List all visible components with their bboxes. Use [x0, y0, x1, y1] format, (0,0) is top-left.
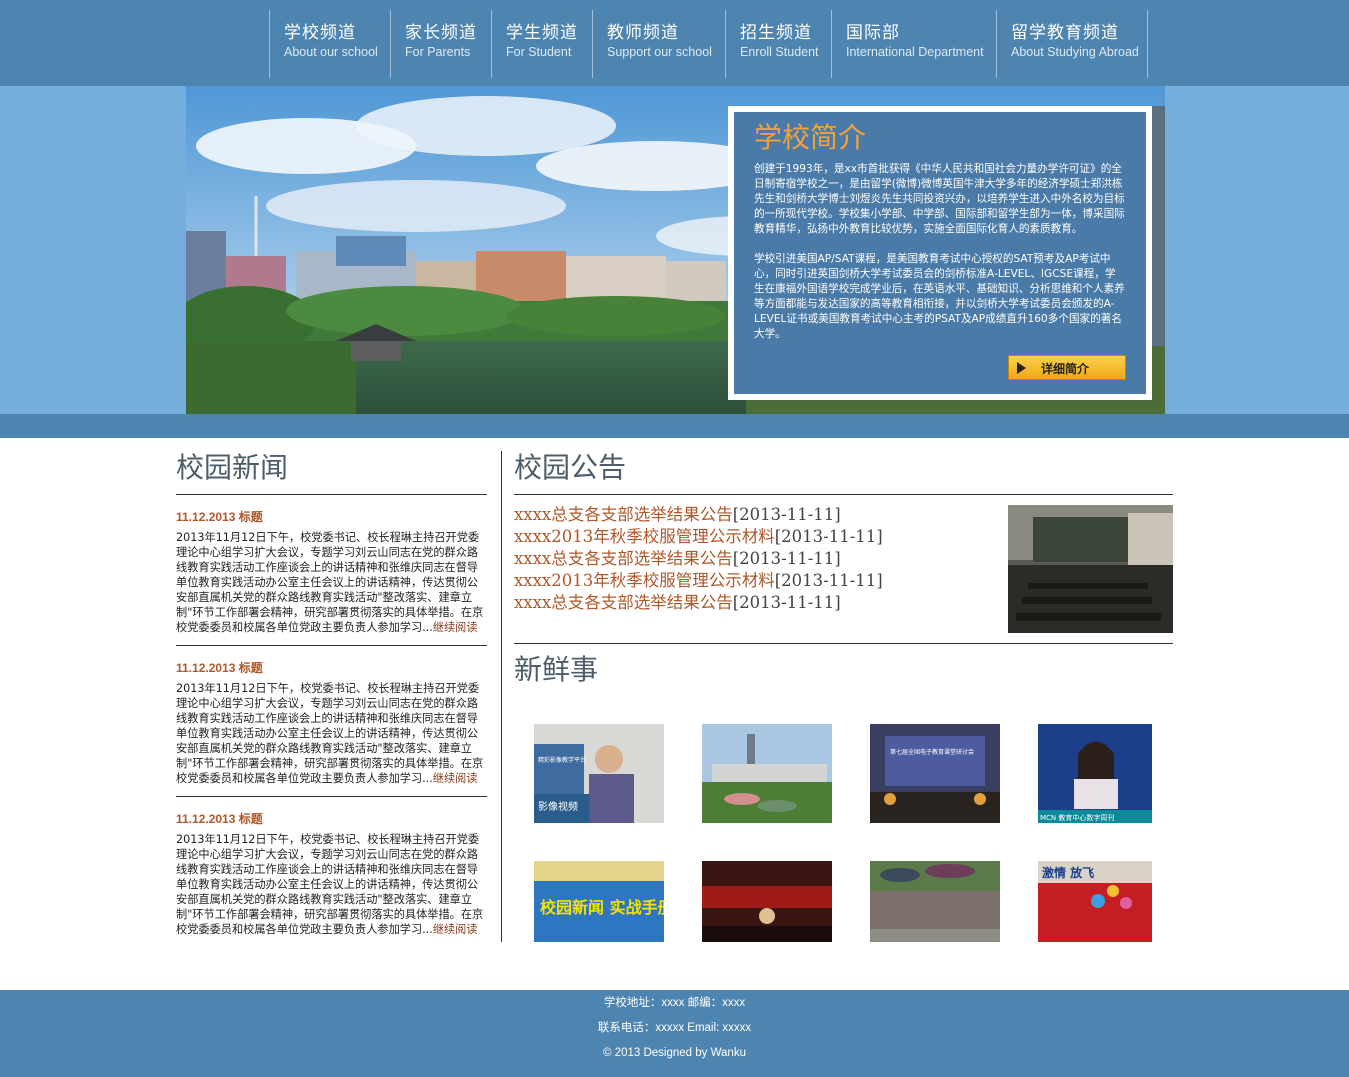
footer: 学校地址：xxxx 邮编：xxxx 联系电话：xxxxx Email: xxxx…	[0, 990, 1349, 1077]
news-date[interactable]: 11.12.2013 标题	[176, 509, 487, 525]
thumb-photo-svg: 第七届全国电子教育课堂研讨会	[870, 724, 1000, 823]
notice-link[interactable]: xxxx2013年秋季校服管理公示材料	[514, 571, 775, 590]
notice-list: xxxx总支各支部选举结果公告[2013-11-11] xxxx2013年秋季校…	[514, 504, 883, 614]
school-intro-title: 学校简介	[754, 121, 867, 154]
nav-item-school[interactable]: 学校频道 About our school	[269, 10, 390, 78]
news-summary-text: 2013年11月12日下午，校党委书记、校长程琳主持召开党委理论中心组学习扩大会…	[176, 833, 484, 936]
news-summary: 2013年11月12日下午，校党委书记、校长程琳主持召开党委理论中心组学习扩大会…	[176, 530, 487, 635]
news-summary: 2013年11月12日下午，校党委书记、校长程琳主持召开党委理论中心组学习扩大会…	[176, 681, 487, 786]
thumb-photo-svg: MCN 教育中心数字周刊	[1038, 724, 1152, 823]
nav-label-cn: 国际部	[846, 23, 900, 43]
thumb-photo-svg	[702, 861, 832, 942]
school-intro-paragraph: 创建于1993年，是xx市首批获得《中华人民共和国社会力量办学许可证》的全日制寄…	[754, 163, 1125, 235]
nav-label-en: Enroll Student	[740, 45, 819, 59]
news-item: 11.12.2013 标题 2013年11月12日下午，校党委书记、校长程琳主持…	[176, 646, 487, 797]
nav-label-cn: 招生频道	[740, 23, 812, 43]
detail-intro-button-label: 详细简介	[1041, 362, 1090, 376]
news-date[interactable]: 11.12.2013 标题	[176, 660, 487, 676]
nav-label-en: For Student	[506, 45, 572, 59]
fresh-thumb[interactable]: 校园新闻 实战手册	[534, 861, 664, 942]
section-divider	[514, 643, 1173, 644]
notice-item: xxxx2013年秋季校服管理公示材料[2013-11-11]	[514, 526, 883, 548]
nav-label-en: Support our school	[607, 45, 712, 59]
notice-item: xxxx总支各支部选举结果公告[2013-11-11]	[514, 592, 883, 614]
read-more-link[interactable]: 继续阅读	[433, 772, 478, 785]
thumb-label: MCN 教育中心数字周刊	[1040, 813, 1114, 822]
notice-item: xxxx总支各支部选举结果公告[2013-11-11]	[514, 548, 883, 570]
nav-label-en: International Department	[846, 45, 984, 59]
thumb-label: 激情 放飞	[1042, 865, 1094, 880]
nav-item-enroll[interactable]: 招生频道 Enroll Student	[725, 10, 831, 78]
notice-link[interactable]: xxxx总支各支部选举结果公告	[514, 593, 733, 612]
news-summary-text: 2013年11月12日下午，校党委书记、校长程琳主持召开党委理论中心组学习扩大会…	[176, 531, 484, 634]
classroom-photo-svg	[1008, 505, 1173, 633]
nav-label-cn: 教师频道	[607, 23, 679, 43]
campus-news-title: 校园新闻	[176, 451, 289, 484]
nav-item-teachers[interactable]: 教师频道 Support our school	[592, 10, 725, 78]
fresh-thumb[interactable]	[870, 861, 1000, 942]
column-divider	[501, 451, 502, 942]
thumb-label: 影像视频	[538, 800, 578, 813]
school-intro-inner: 学校简介 创建于1993年，是xx市首批获得《中华人民共和国社会力量办学许可证》…	[734, 112, 1146, 394]
notice-date: [2013-11-11]	[774, 527, 883, 546]
nav-item-parents[interactable]: 家长频道 For Parents	[390, 10, 491, 78]
footer-address: 学校地址：xxxx 邮编：xxxx	[603, 997, 746, 1009]
right-column: 校园公告 xxxx总支各支部选举结果公告[2013-11-11] xxxx201…	[514, 448, 1173, 942]
fresh-thumb[interactable]: 第七届全国电子教育课堂研讨会	[870, 724, 1000, 823]
news-summary-text: 2013年11月12日下午，校党委书记、校长程琳主持召开党委理论中心组学习扩大会…	[176, 682, 484, 785]
nav-label-en: For Parents	[405, 45, 471, 59]
thumb-photo-svg	[702, 724, 832, 823]
read-more-link[interactable]: 继续阅读	[433, 621, 478, 634]
read-more-link[interactable]: 继续阅读	[433, 923, 478, 936]
thumb-caption: 精彩影像教学平台	[538, 756, 586, 764]
thumb-label: 校园新闻 实战手册	[540, 898, 664, 917]
notice-link[interactable]: xxxx2013年秋季校服管理公示材料	[514, 527, 775, 546]
fresh-thumb[interactable]: MCN 教育中心数字周刊	[1038, 724, 1152, 823]
thumb-photo-svg: 激情 放飞	[1038, 861, 1152, 942]
school-intro-panel: 学校简介 创建于1993年，是xx市首批获得《中华人民共和国社会力量办学许可证》…	[728, 106, 1152, 400]
notice-date: [2013-11-11]	[732, 505, 841, 524]
section-divider	[514, 494, 1173, 495]
notice-link[interactable]: xxxx总支各支部选举结果公告	[514, 549, 733, 568]
top-nav: 学校频道 About our school 家长频道 For Parents 学…	[0, 0, 1349, 86]
fresh-thumb[interactable]	[702, 861, 832, 942]
fresh-thumb[interactable]: 精彩影像教学平台 影像视频	[534, 724, 664, 823]
notice-link[interactable]: xxxx总支各支部选举结果公告	[514, 505, 733, 524]
fresh-thumb[interactable]: 激情 放飞	[1038, 861, 1152, 942]
fresh-thumb[interactable]	[702, 724, 832, 823]
detail-intro-button[interactable]: 详细简介	[1008, 355, 1126, 380]
notice-date: [2013-11-11]	[774, 571, 883, 590]
nav-item-students[interactable]: 学生频道 For Student	[491, 10, 592, 78]
classroom-photo	[1008, 505, 1173, 633]
campus-news-section: 校园新闻 11.12.2013 标题 2013年11月12日下午，校党委书记、校…	[176, 448, 487, 947]
thumb-photo-svg: 精彩影像教学平台 影像视频	[534, 724, 664, 823]
news-summary: 2013年11月12日下午，校党委书记、校长程琳主持召开党委理论中心组学习扩大会…	[176, 832, 487, 937]
nav-label-cn: 家长频道	[405, 23, 477, 43]
thumb-caption: 第七届全国电子教育课堂研讨会	[890, 748, 974, 756]
notice-date: [2013-11-11]	[732, 549, 841, 568]
campus-notice-title: 校园公告	[514, 451, 627, 484]
news-item: 11.12.2013 标题 2013年11月12日下午，校党委书记、校长程琳主持…	[176, 495, 487, 646]
nav-label-cn: 留学教育频道	[1011, 23, 1119, 43]
nav-item-study-abroad[interactable]: 留学教育频道 About Studying Abroad	[996, 10, 1148, 78]
notice-item: xxxx总支各支部选举结果公告[2013-11-11]	[514, 504, 883, 526]
school-intro-paragraph: 学校引进美国AP/SAT课程，是美国教育考试中心授权的SAT预考及AP考试中心，…	[754, 253, 1125, 340]
notice-date: [2013-11-11]	[732, 593, 841, 612]
banner-band-bottom	[0, 414, 1349, 438]
thumb-photo-svg	[870, 861, 1000, 942]
footer-contact: 联系电话：xxxxx Email: xxxxx	[597, 1022, 752, 1034]
nav-item-international[interactable]: 国际部 International Department	[831, 10, 996, 78]
fresh-news-title: 新鲜事	[514, 653, 599, 686]
nav-label-en: About Studying Abroad	[1011, 45, 1139, 59]
nav-label-cn: 学校频道	[284, 23, 356, 43]
play-arrow-icon	[1017, 362, 1026, 374]
news-item: 11.12.2013 标题 2013年11月12日下午，校党委书记、校长程琳主持…	[176, 797, 487, 947]
notice-item: xxxx2013年秋季校服管理公示材料[2013-11-11]	[514, 570, 883, 592]
nav-label-en: About our school	[284, 45, 378, 59]
footer-copyright: © 2013 Designed by Wanku	[603, 1047, 746, 1059]
news-date[interactable]: 11.12.2013 标题	[176, 811, 487, 827]
nav-label-cn: 学生频道	[506, 23, 578, 43]
thumb-photo-svg: 校园新闻 实战手册	[534, 861, 664, 942]
